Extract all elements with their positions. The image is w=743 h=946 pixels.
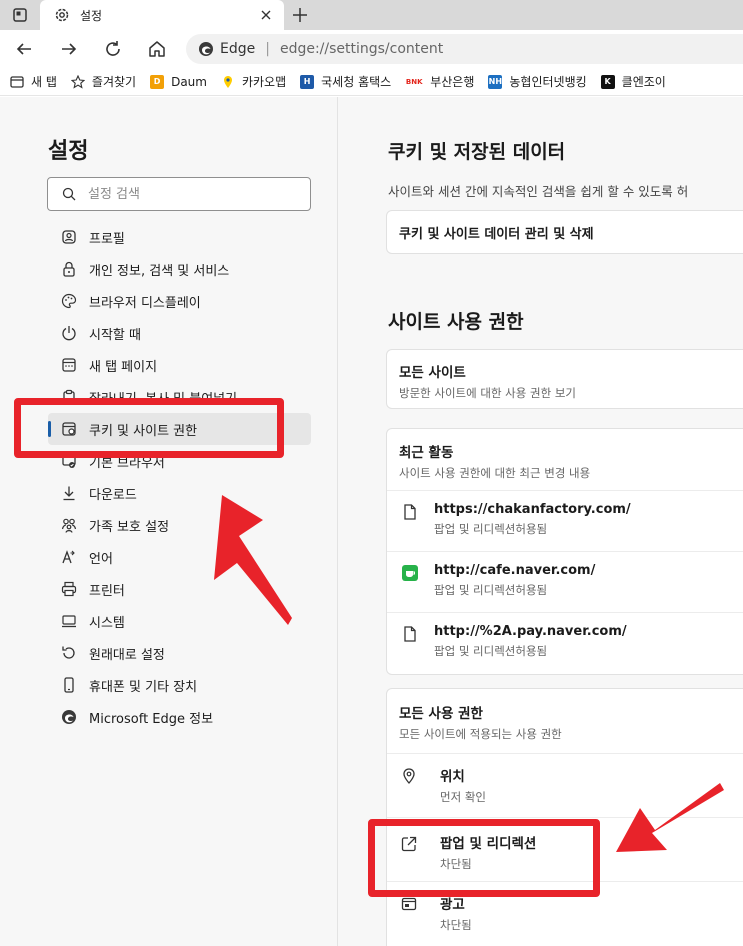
- browser-window: 설정 Edge | edge://settings/content 새 탭 즐겨…: [0, 0, 743, 946]
- arrow-to-popups: [616, 783, 724, 852]
- arrow-to-cookies: [214, 495, 292, 625]
- annotation-arrows: [214, 495, 724, 852]
